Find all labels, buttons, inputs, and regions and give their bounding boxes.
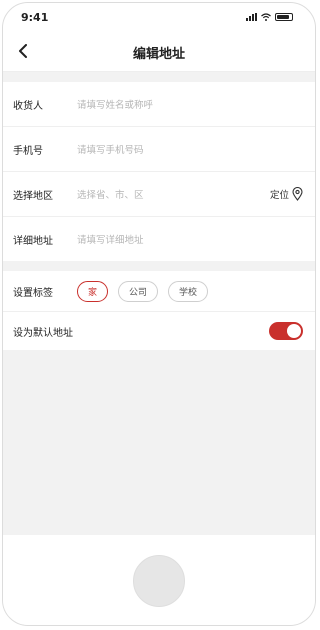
signal-icon: [246, 13, 257, 21]
phone-label: 手机号: [13, 145, 43, 157]
toggle-knob: [287, 324, 301, 338]
header: 9:41 编辑地址: [3, 3, 315, 72]
battery-icon: [275, 13, 293, 21]
back-button[interactable]: [13, 41, 33, 61]
status-icons: [246, 13, 293, 21]
default-address-toggle[interactable]: [269, 322, 303, 340]
home-button[interactable]: [133, 555, 185, 607]
nav-bar: 编辑地址: [3, 33, 315, 72]
location-pin-icon: [292, 187, 303, 201]
page-title: 编辑地址: [132, 46, 185, 62]
locate-button[interactable]: 定位: [270, 187, 303, 201]
settings-card: 设置标签 家 公司 学校 设为默认地址: [3, 271, 315, 350]
phone-input[interactable]: 请填写手机号码: [77, 142, 303, 156]
device-bottom: [3, 535, 315, 625]
receiver-input[interactable]: 请填写姓名或称呼: [77, 97, 303, 111]
phone-row[interactable]: 手机号 请填写手机号码: [3, 127, 315, 172]
status-bar: 9:41: [3, 3, 315, 33]
receiver-row[interactable]: 收货人 请填写姓名或称呼: [3, 82, 315, 127]
default-address-row: 设为默认地址: [3, 312, 315, 350]
detail-input[interactable]: 请填写详细地址: [77, 232, 303, 246]
status-time: 9:41: [21, 11, 49, 24]
address-form: 收货人 请填写姓名或称呼 手机号 请填写手机号码 选择地区 选择省、市、区 定位…: [3, 82, 315, 261]
tag-row: 设置标签 家 公司 学校: [3, 271, 315, 312]
tag-home[interactable]: 家: [77, 280, 109, 302]
tag-school[interactable]: 学校: [168, 280, 209, 302]
region-row[interactable]: 选择地区 选择省、市、区 定位: [3, 172, 315, 217]
default-address-label: 设为默认地址: [13, 327, 73, 339]
detail-label: 详细地址: [13, 235, 53, 247]
phone-frame: 9:41 编辑地址 收货人 请填写姓名或称呼 手机号 请填写手机号码 选择地区 …: [2, 2, 316, 626]
tag-company[interactable]: 公司: [118, 280, 159, 302]
receiver-label: 收货人: [13, 100, 43, 112]
chevron-left-icon: [19, 44, 27, 58]
section-gap: [3, 72, 315, 82]
wifi-icon: [261, 13, 271, 21]
tag-label: 设置标签: [13, 287, 53, 299]
locate-label: 定位: [269, 190, 289, 201]
region-label: 选择地区: [13, 190, 53, 202]
region-select[interactable]: 选择省、市、区: [77, 187, 270, 201]
tag-options: 家 公司 学校: [77, 280, 209, 302]
section-gap: [3, 261, 315, 271]
detail-row[interactable]: 详细地址 请填写详细地址: [3, 217, 315, 261]
